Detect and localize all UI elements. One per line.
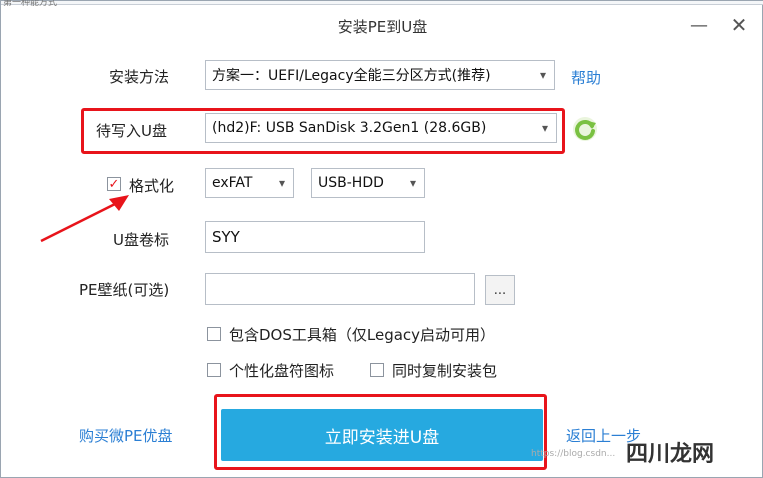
wallpaper-input[interactable] (205, 273, 475, 305)
format-checkbox[interactable]: ✓ (107, 177, 121, 191)
copy-package-label: 同时复制安装包 (392, 362, 498, 380)
target-usb-value: (hd2)F: USB SanDisk 3.2Gen1 (28.6GB) (212, 120, 487, 136)
volume-label-input[interactable]: SYY (205, 221, 425, 253)
browse-button[interactable]: ... (485, 275, 515, 305)
wallpaper-label: PE壁纸(可选) (79, 281, 170, 299)
chevron-down-icon: ▾ (409, 176, 417, 190)
filesystem-select[interactable]: exFAT ▾ (205, 168, 294, 198)
watermark-text: 四川龙网 (626, 442, 715, 467)
volume-label-label: U盘卷标 (113, 231, 169, 249)
title-bar: 安装PE到U盘 — ✕ (1, 7, 763, 43)
target-usb-label: 待写入U盘 (96, 122, 167, 140)
custom-icon-checkbox[interactable] (207, 363, 221, 377)
format-label: 格式化 (129, 177, 175, 195)
install-button[interactable]: 立即安装进U盘 (221, 409, 543, 461)
checkmark-icon: ✓ (108, 176, 120, 192)
dos-tools-checkbox[interactable] (207, 327, 221, 341)
watermark-url: https://blog.csdn... (531, 449, 616, 459)
install-method-value: 方案一：UEFI/Legacy全能三分区方式(推荐) (212, 68, 491, 84)
help-link[interactable]: 帮助 (571, 67, 601, 88)
boot-mode-select[interactable]: USB-HDD ▾ (311, 168, 425, 198)
minimize-button[interactable]: — (686, 13, 712, 37)
chevron-down-icon: ▾ (278, 176, 286, 190)
chevron-down-icon: ▾ (541, 121, 549, 135)
chevron-down-icon: ▾ (539, 68, 547, 82)
copy-package-checkbox[interactable] (370, 363, 384, 377)
filesystem-value: exFAT (212, 175, 253, 191)
close-button[interactable]: ✕ (726, 13, 752, 37)
buy-usb-link[interactable]: 购买微PE优盘 (79, 425, 173, 446)
custom-icon-label: 个性化盘符图标 (229, 362, 335, 380)
boot-mode-value: USB-HDD (318, 175, 384, 191)
refresh-icon[interactable] (571, 115, 599, 143)
install-method-label: 安装方法 (109, 68, 170, 86)
installer-window: 第一种能方式 安装PE到U盘 — ✕ 安装方法 方案一：UEFI/Legacy全… (0, 0, 763, 478)
target-usb-select[interactable]: (hd2)F: USB SanDisk 3.2Gen1 (28.6GB) ▾ (205, 113, 557, 143)
top-strip: 第一种能方式 (1, 0, 763, 8)
dos-tools-label: 包含DOS工具箱（仅Legacy启动可用） (229, 326, 496, 344)
install-method-select[interactable]: 方案一：UEFI/Legacy全能三分区方式(推荐) ▾ (205, 60, 555, 90)
window-title: 安装PE到U盘 (337, 18, 428, 36)
